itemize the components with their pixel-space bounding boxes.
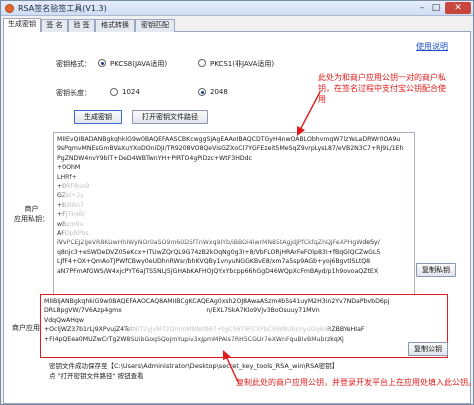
radio-2048-label[interactable]: 2048 bbox=[210, 88, 228, 96]
key-length-label: 密钥长度： bbox=[56, 89, 91, 97]
radio-pkcs8-label[interactable]: PKCS8(JAVA适用) bbox=[110, 59, 167, 69]
private-key-label-line1: 商户 bbox=[24, 205, 39, 213]
private-key-note-line-2: 钥，在签名过程中支付宝公钥配合使 bbox=[318, 84, 446, 93]
generate-keys-button[interactable]: 生成密钥 bbox=[74, 110, 122, 124]
public-key-line: MIIBIjANBgkqhkiG9w0BAQEFAAOCAQ8AMIIBCgKC… bbox=[44, 298, 390, 305]
window-title: RSA签名验签工具(V1.3) bbox=[18, 4, 107, 13]
public-key-note: 复制此处的商户应用公钥，并登录开发平台上在应用处填入此公钥。 bbox=[236, 378, 474, 387]
radio-1024-label[interactable]: 1024 bbox=[122, 88, 140, 96]
minimize-button[interactable]: – bbox=[415, 2, 429, 14]
tab-verify[interactable]: 验 签 bbox=[68, 19, 95, 32]
radio-1024[interactable] bbox=[110, 88, 118, 96]
redaction-blur-public bbox=[129, 321, 329, 337]
tab-format-convert[interactable]: 格式转换 bbox=[95, 19, 135, 32]
private-key-label: 商户 应用私钥： bbox=[14, 204, 49, 224]
tab-key-match[interactable]: 密钥匹配 bbox=[135, 19, 175, 32]
save-status-line-1: 密钥文件成功保存至【C:\Users\Administrator\Desktop… bbox=[49, 362, 339, 370]
redaction-watermark bbox=[83, 131, 383, 231]
key-format-label: 密钥格式： bbox=[56, 60, 91, 68]
tab-strip: 生成密钥 签 名 验 签 格式转换 密钥匹配 bbox=[3, 18, 471, 32]
public-key-line: DRL8pgVW/7V6Azp4gmx n/EXL7SkA7Klo9Vjv3Bo… bbox=[44, 307, 320, 315]
private-key-line: LJfF4+OX+QmAoTJPWfCBwy0eUDhnRWsr/bhKVQBy… bbox=[57, 258, 371, 266]
maximize-button[interactable]: □ bbox=[429, 2, 443, 14]
save-status-line-2: 点 "打开密钥文件路径" 按钮查看 bbox=[49, 372, 144, 380]
public-note-arrow bbox=[223, 350, 239, 383]
copy-private-key-button[interactable]: 复制私钥 bbox=[416, 263, 456, 277]
tab-sign[interactable]: 签 名 bbox=[41, 19, 68, 32]
radio-pkcs8[interactable] bbox=[98, 59, 106, 67]
help-link[interactable]: 使用说明 bbox=[416, 41, 448, 52]
private-key-note-line-1: 此处为和商户应用公钥一对的商户私 bbox=[318, 73, 446, 82]
private-key-line: q8njc3+eSWDeDVZ05eKcx+ITUwZQrQL9G74zB2kO… bbox=[57, 248, 381, 256]
private-key-line: aN7PFmAfGWS/W4xjcPYT6aJTS5NLJ5JGHAbKAFHO… bbox=[57, 267, 379, 275]
app-icon bbox=[5, 4, 14, 13]
radio-2048[interactable] bbox=[198, 88, 206, 96]
open-key-path-button[interactable]: 打开密钥文件路径 bbox=[132, 110, 208, 124]
title-bar[interactable]: RSA签名验签工具(V1.3) – □ ✕ bbox=[1, 1, 473, 16]
tab-generate-keys[interactable]: 生成密钥 bbox=[3, 18, 41, 32]
radio-pkcs1[interactable] bbox=[198, 59, 206, 67]
private-key-label-line2: 应用私钥： bbox=[14, 215, 49, 223]
radio-pkcs1-label[interactable]: PKCS1(非JAVA适用) bbox=[210, 59, 274, 69]
close-button[interactable]: ✕ bbox=[445, 2, 471, 14]
copy-public-key-button[interactable]: 复制公钥 bbox=[408, 342, 448, 356]
app-window: RSA签名验签工具(V1.3) – □ ✕ 生成密钥 签 名 验 签 格式转换 … bbox=[0, 0, 474, 405]
